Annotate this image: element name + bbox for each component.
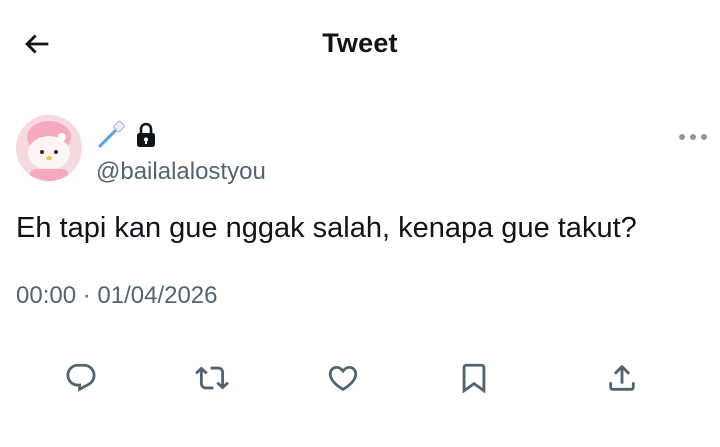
user-handle[interactable]: @bailalalostyou (96, 158, 266, 186)
heart-icon (328, 365, 358, 391)
share-icon (609, 364, 635, 391)
share-button[interactable] (602, 358, 642, 398)
retweet-icon (195, 366, 229, 390)
action-bar (0, 352, 720, 400)
lock-icon (137, 122, 155, 147)
bookmark-icon (462, 363, 486, 394)
reply-icon (66, 363, 96, 392)
like-button[interactable] (323, 358, 363, 398)
toothbrush-emoji (98, 120, 125, 148)
top-bar: Tweet (0, 0, 720, 88)
reply-button[interactable] (61, 358, 101, 398)
tweet-timestamp[interactable]: 00:00 · 01/04/2026 (16, 282, 218, 310)
bookmark-button[interactable] (454, 358, 494, 398)
retweet-button[interactable] (192, 358, 232, 398)
avatar[interactable] (16, 115, 82, 181)
avatar-image (16, 115, 82, 181)
more-options-button[interactable] (676, 124, 710, 150)
tweet-text: Eh tapi kan gue nggak salah, kenapa gue … (16, 212, 637, 244)
more-horizontal-icon (679, 134, 707, 140)
page-title: Tweet (322, 28, 398, 58)
display-name[interactable] (96, 118, 158, 152)
